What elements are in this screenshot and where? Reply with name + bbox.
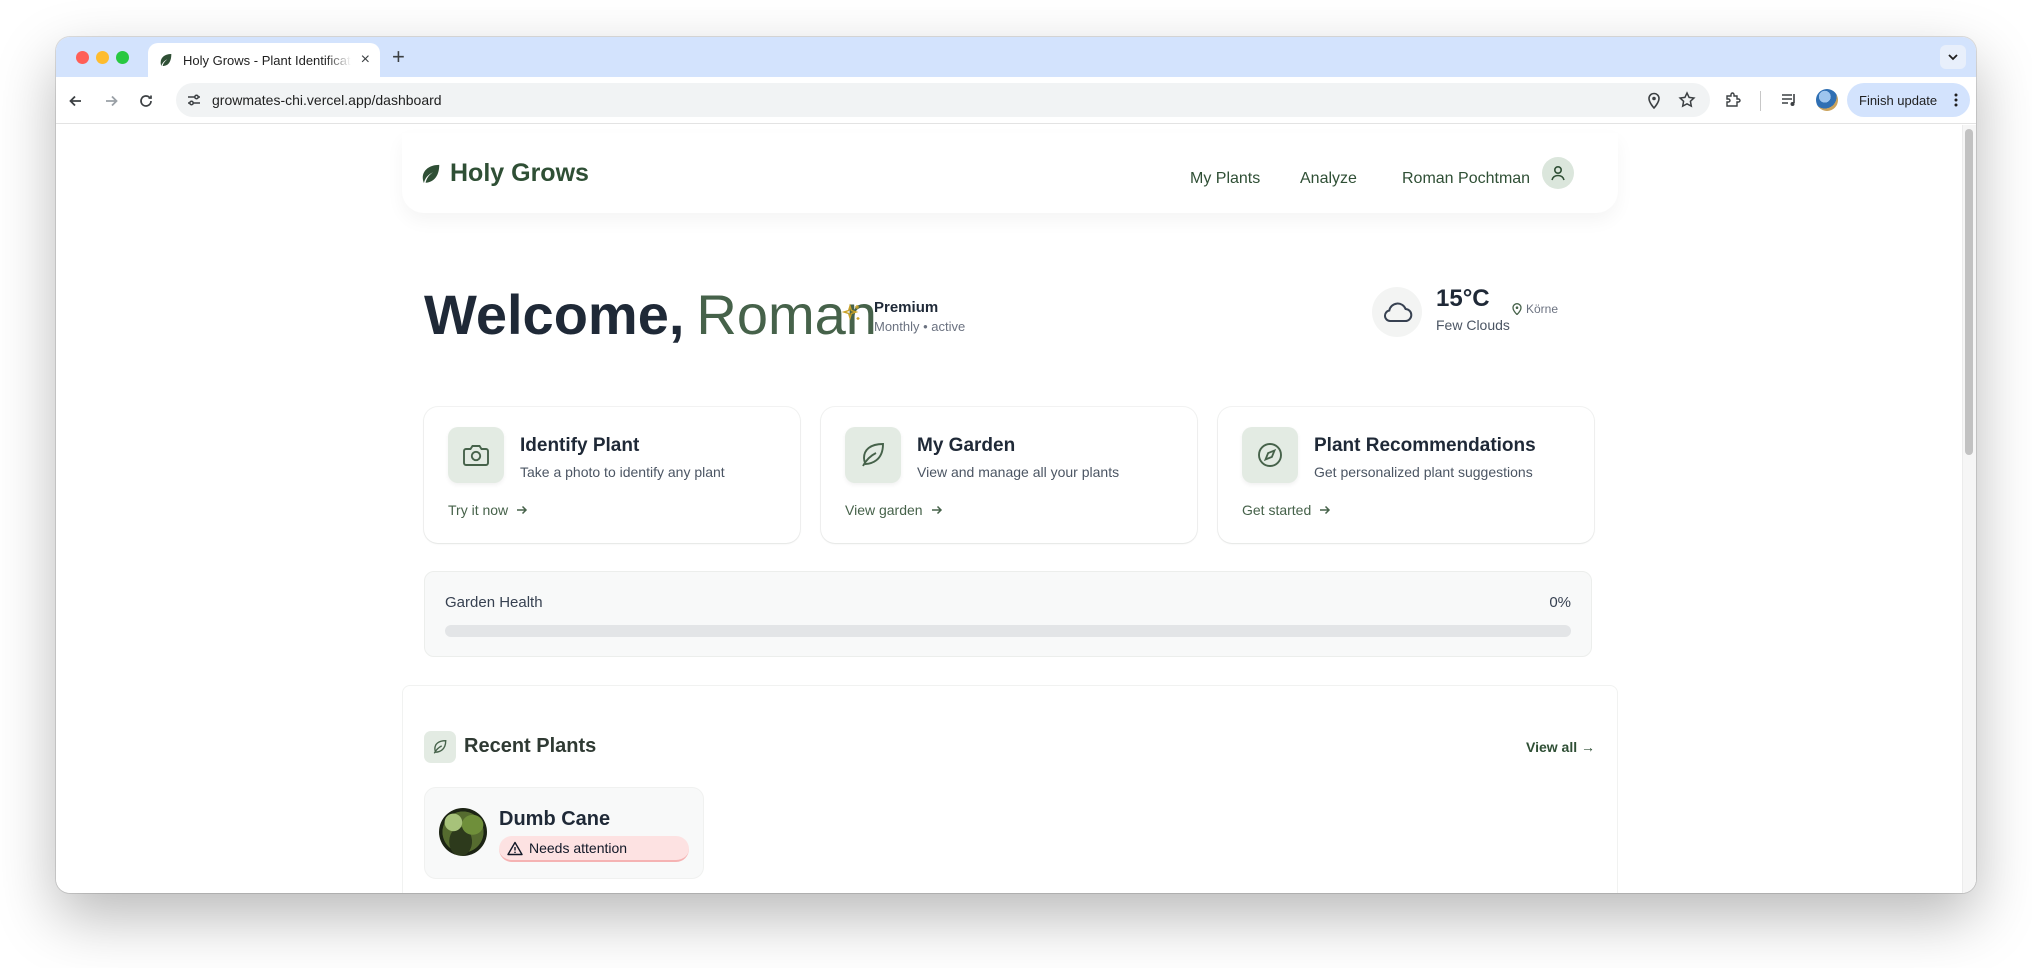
sparkles-icon: [842, 303, 860, 321]
media-queue-icon[interactable]: [1780, 91, 1798, 109]
identify-plant-card[interactable]: Identify Plant Take a photo to identify …: [424, 407, 800, 543]
garden-health-label: Garden Health: [445, 594, 543, 611]
card-icon-box: [1242, 427, 1298, 483]
back-button[interactable]: [66, 91, 86, 111]
leaf-favicon-icon: [160, 54, 172, 66]
nav-analyze[interactable]: Analyze: [1300, 170, 1357, 188]
nav-my-plants[interactable]: My Plants: [1190, 170, 1260, 188]
scrollbar-thumb[interactable]: [1965, 129, 1973, 455]
user-icon: [1551, 165, 1565, 181]
card-link-label: Try it now: [448, 502, 509, 518]
arrow-right-icon: [106, 95, 118, 107]
finish-update-button[interactable]: Finish update: [1847, 83, 1970, 117]
reload-button[interactable]: [136, 91, 156, 111]
camera-icon: [463, 445, 489, 466]
garden-health-progress-bar: [445, 625, 1571, 637]
card-icon-box: [448, 427, 504, 483]
tab-search-button[interactable]: [1940, 45, 1966, 69]
maximize-window-button[interactable]: [116, 51, 129, 64]
view-garden-link[interactable]: View garden: [845, 502, 943, 518]
bookmark-star-icon[interactable]: [1678, 91, 1696, 109]
browser-toolbar: growmates-chi.vercel.app/dashboard Finis…: [56, 77, 1976, 124]
browser-window: Holy Grows - Plant Identification × + gr…: [56, 37, 1976, 893]
card-description: View and manage all your plants: [917, 464, 1120, 480]
needs-attention-badge: Needs attention: [499, 836, 689, 862]
browser-tab-active[interactable]: Holy Grows - Plant Identification ×: [148, 43, 380, 77]
arrow-right-icon: [931, 505, 942, 515]
plant-recommendations-card[interactable]: Plant Recommendations Get personalized p…: [1218, 407, 1594, 543]
arrow-right-icon: [1320, 505, 1331, 515]
welcome-greeting: Welcome,: [424, 283, 685, 346]
welcome-heading: Welcome, Roman: [424, 281, 877, 349]
new-tab-button[interactable]: +: [392, 46, 405, 68]
brand-name: Holy Grows: [450, 159, 589, 187]
weather-location-label: Körne: [1526, 302, 1559, 316]
leaf-icon: [862, 443, 884, 467]
site-settings-icon[interactable]: [186, 92, 202, 108]
card-link-label: Get started: [1242, 502, 1312, 518]
chevron-down-icon: [1948, 54, 1958, 61]
tab-strip: Holy Grows - Plant Identification × +: [56, 37, 1976, 77]
brand-logo[interactable]: Holy Grows: [420, 159, 589, 188]
recent-plants-icon-box: [424, 731, 456, 763]
weather-condition: Few Clouds: [1436, 317, 1510, 333]
address-bar[interactable]: growmates-chi.vercel.app/dashboard: [176, 83, 1710, 117]
site-header: Holy Grows My Plants Analyze Roman Pocht…: [402, 133, 1618, 213]
user-avatar[interactable]: [1542, 157, 1574, 189]
user-name[interactable]: Roman Pochtman: [1402, 170, 1530, 188]
card-icon-box: [845, 427, 901, 483]
tab-title: Holy Grows - Plant Identification: [183, 52, 351, 68]
status-label: Needs attention: [529, 840, 628, 856]
arrow-right-icon: [517, 505, 528, 515]
card-description: Get personalized plant suggestions: [1314, 464, 1533, 480]
extensions-icon[interactable]: [1724, 91, 1742, 109]
location-pin-icon[interactable]: [1646, 91, 1662, 109]
view-all-link[interactable]: View all →: [1526, 739, 1595, 755]
compass-icon: [1258, 443, 1282, 467]
try-it-now-link[interactable]: Try it now: [448, 502, 528, 518]
close-tab-icon[interactable]: ×: [361, 52, 370, 68]
weather-widget-icon: [1372, 287, 1422, 337]
forward-button[interactable]: [101, 91, 121, 111]
leaf-logo-icon: [422, 164, 440, 183]
card-description: Take a photo to identify any plant: [520, 464, 725, 480]
card-title: Plant Recommendations: [1314, 435, 1536, 456]
page-viewport: Holy Grows My Plants Analyze Roman Pocht…: [56, 125, 1976, 893]
card-title: My Garden: [917, 435, 1016, 456]
warning-triangle-icon: [507, 841, 523, 855]
get-started-link[interactable]: Get started: [1242, 502, 1331, 518]
url-text: growmates-chi.vercel.app/dashboard: [212, 92, 442, 108]
close-window-button[interactable]: [76, 51, 89, 64]
profile-avatar[interactable]: [1816, 89, 1838, 111]
plan-subtitle: Monthly • active: [874, 319, 966, 334]
minimize-window-button[interactable]: [96, 51, 109, 64]
plan-title: Premium: [874, 299, 939, 316]
garden-health-panel: Garden Health 0%: [424, 571, 1592, 657]
weather-location: Körne: [1512, 302, 1558, 316]
reload-icon: [140, 95, 152, 107]
page-scrollbar[interactable]: [1962, 125, 1976, 893]
card-link-label: View garden: [845, 502, 923, 518]
map-pin-icon: [1512, 303, 1522, 315]
recent-plants-title: Recent Plants: [464, 735, 597, 757]
garden-health-value: 0%: [1549, 594, 1571, 611]
finish-update-label: Finish update: [1859, 92, 1938, 108]
my-garden-card[interactable]: My Garden View and manage all your plant…: [821, 407, 1197, 543]
arrow-left-icon: [69, 95, 81, 107]
leaf-icon: [433, 740, 447, 754]
toolbar-divider: [1760, 91, 1761, 111]
plant-name: Dumb Cane: [499, 808, 611, 830]
card-title: Identify Plant: [520, 435, 640, 456]
plant-photo: [439, 808, 487, 856]
plant-card[interactable]: Dumb Cane Needs attention: [424, 787, 704, 879]
cloud-icon: [1384, 302, 1413, 322]
weather-temperature: 15°C: [1436, 285, 1490, 312]
kebab-menu-icon: [1954, 93, 1958, 107]
